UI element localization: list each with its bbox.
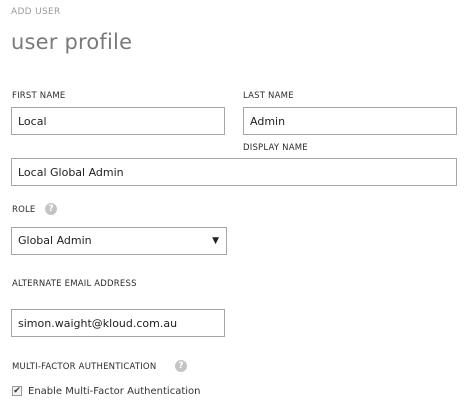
alternate-email-label: ALTERNATE EMAIL ADDRESS xyxy=(12,279,137,289)
display-name-input[interactable] xyxy=(11,158,457,186)
role-help-icon[interactable]: ? xyxy=(45,203,57,215)
role-select[interactable]: Global Admin ▼ xyxy=(11,227,227,255)
last-name-label: LAST NAME xyxy=(243,91,294,101)
first-name-label: FIRST NAME xyxy=(12,91,66,101)
mfa-checkbox-label[interactable]: Enable Multi-Factor Authentication xyxy=(28,386,201,397)
mfa-checkbox[interactable]: ✔ xyxy=(12,386,22,396)
mfa-help-icon[interactable]: ? xyxy=(175,360,187,372)
chevron-down-icon: ▼ xyxy=(212,236,219,246)
role-label: ROLE xyxy=(12,205,36,215)
page-title: user profile xyxy=(11,30,133,54)
last-name-input[interactable] xyxy=(243,107,457,135)
mfa-label: MULTI-FACTOR AUTHENTICATION xyxy=(12,362,157,372)
display-name-label: DISPLAY NAME xyxy=(243,143,308,153)
alternate-email-input[interactable] xyxy=(11,309,225,337)
role-selected-value: Global Admin xyxy=(18,234,92,247)
first-name-input[interactable] xyxy=(11,107,225,135)
add-user-eyebrow: ADD USER xyxy=(11,7,61,17)
